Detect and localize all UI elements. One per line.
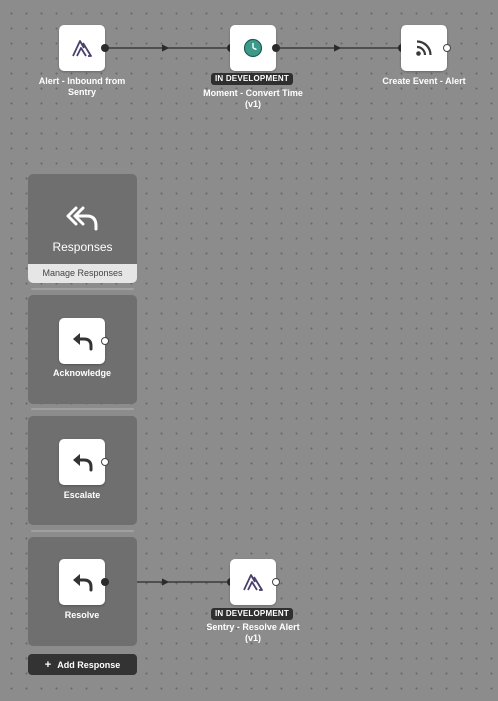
output-port[interactable] bbox=[101, 44, 109, 52]
node-alert-inbound[interactable] bbox=[59, 25, 105, 71]
reply-icon bbox=[73, 454, 93, 472]
clock-icon bbox=[243, 38, 263, 58]
reply-icon bbox=[73, 333, 93, 351]
node-acknowledge[interactable] bbox=[59, 318, 105, 364]
sentry-icon bbox=[243, 574, 263, 591]
sentry-icon bbox=[72, 40, 92, 57]
output-port[interactable] bbox=[272, 44, 280, 52]
response-label: Escalate bbox=[63, 490, 101, 500]
workflow-canvas[interactable]: Alert - Inbound from Sentry IN DEVELOPME… bbox=[0, 0, 498, 701]
manage-responses-button[interactable]: Manage Responses bbox=[28, 264, 137, 283]
divider bbox=[31, 288, 134, 290]
node-label: Sentry - Resolve Alert (v1) bbox=[206, 622, 300, 643]
node-moment-convert[interactable] bbox=[230, 25, 276, 71]
node-escalate[interactable] bbox=[59, 439, 105, 485]
divider bbox=[31, 530, 134, 532]
divider bbox=[31, 408, 134, 410]
reply-icon bbox=[73, 574, 93, 592]
output-port[interactable] bbox=[272, 578, 280, 586]
double-reply-icon bbox=[66, 206, 98, 231]
output-port[interactable] bbox=[101, 578, 109, 586]
add-response-button[interactable]: + Add Response bbox=[28, 654, 137, 675]
node-label: Alert - Inbound from Sentry bbox=[38, 76, 126, 97]
rss-icon bbox=[416, 40, 432, 56]
response-label: Resolve bbox=[64, 610, 100, 620]
node-label: Moment - Convert Time (v1) bbox=[203, 88, 303, 109]
node-create-event[interactable] bbox=[401, 25, 447, 71]
output-port[interactable] bbox=[443, 44, 451, 52]
response-label: Acknowledge bbox=[52, 368, 111, 378]
node-resolve[interactable] bbox=[59, 559, 105, 605]
node-sentry-resolve[interactable] bbox=[230, 559, 276, 605]
responses-title: Responses bbox=[52, 240, 113, 254]
status-badge: IN DEVELOPMENT bbox=[211, 608, 293, 620]
node-label: Create Event - Alert bbox=[382, 76, 466, 86]
status-badge: IN DEVELOPMENT bbox=[211, 73, 293, 85]
plus-icon: + bbox=[44, 658, 52, 671]
output-port[interactable] bbox=[101, 337, 109, 345]
output-port[interactable] bbox=[101, 458, 109, 466]
add-response-label: Add Response bbox=[57, 659, 121, 670]
